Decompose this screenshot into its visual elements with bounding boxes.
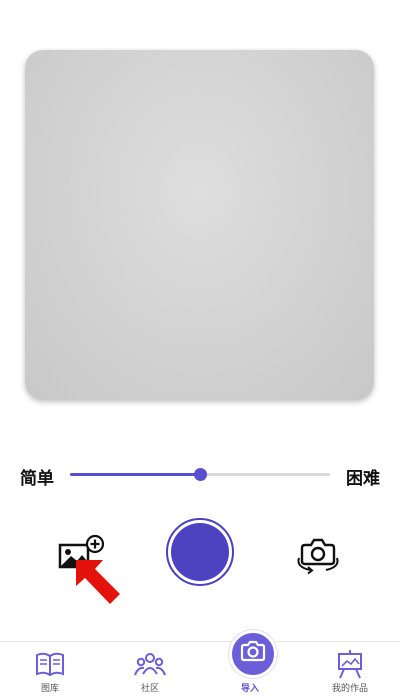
easel-icon xyxy=(338,650,362,679)
difficulty-slider-thumb[interactable] xyxy=(194,468,207,481)
red-arrow-icon xyxy=(70,556,130,612)
difficulty-hard-label: 困难 xyxy=(346,469,380,489)
switch-camera-button[interactable] xyxy=(294,531,342,577)
tab-import-highlight xyxy=(229,630,277,678)
camera-switch-icon xyxy=(297,538,339,575)
tab-community[interactable]: 社区 xyxy=(110,642,190,697)
camera-icon xyxy=(240,640,266,662)
camera-preview xyxy=(25,50,374,400)
capture-button[interactable] xyxy=(166,518,234,586)
tab-my-works-label: 我的作品 xyxy=(331,684,368,694)
tab-import[interactable]: 导入 xyxy=(210,630,290,697)
tab-gallery[interactable]: 图库 xyxy=(10,642,90,697)
difficulty-slider[interactable] xyxy=(70,468,330,481)
shutter-icon xyxy=(171,523,229,581)
difficulty-slider-fill xyxy=(70,473,200,476)
difficulty-slider-row: 简单 困难 xyxy=(0,460,400,490)
camera-screen: 简单 困难 图库 社区 导入 我的作品 xyxy=(0,0,400,697)
tab-gallery-label: 图库 xyxy=(40,684,59,694)
tab-community-label: 社区 xyxy=(140,684,159,694)
bottom-tab-bar: 图库 社区 导入 我的作品 xyxy=(0,630,400,697)
book-icon xyxy=(36,652,64,677)
people-icon xyxy=(134,653,166,676)
tab-my-works[interactable]: 我的作品 xyxy=(310,642,390,697)
difficulty-easy-label: 简单 xyxy=(20,469,54,489)
tab-import-label: 导入 xyxy=(240,684,259,694)
